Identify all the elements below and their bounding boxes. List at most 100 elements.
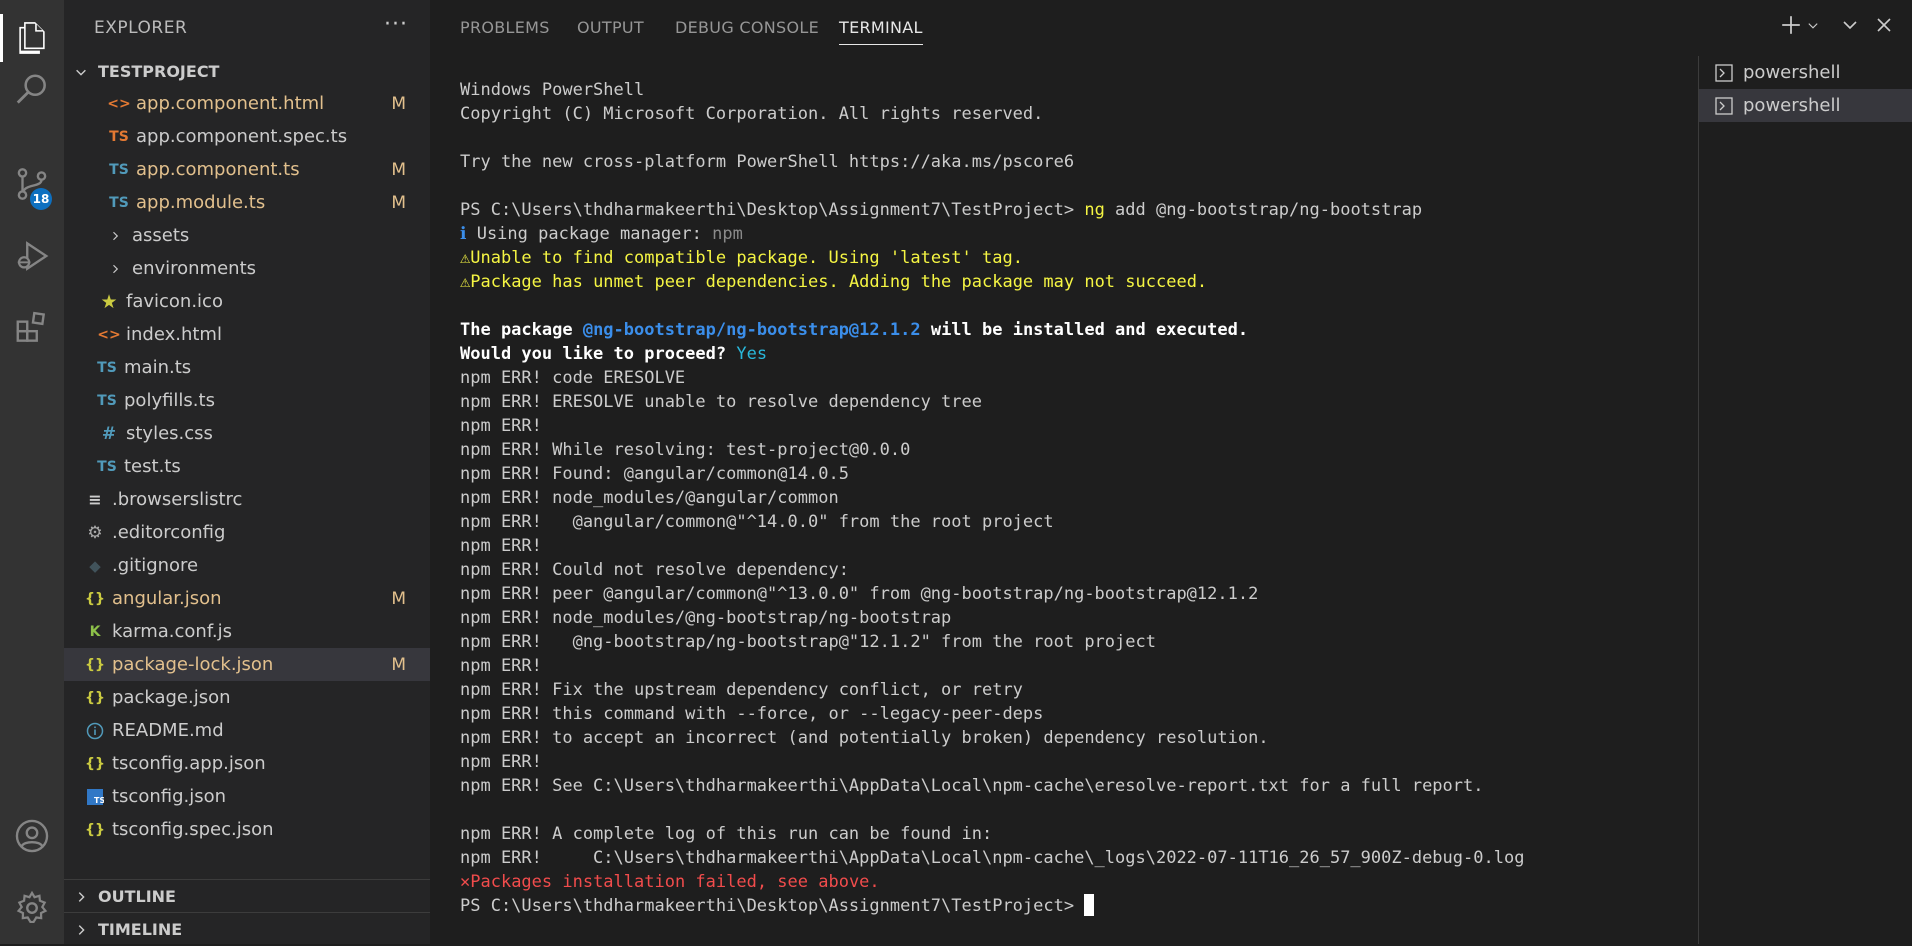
tree-item-tsconfig-app-json[interactable]: {} tsconfig.app.json bbox=[64, 747, 430, 780]
tree-item-favicon[interactable]: ★ favicon.ico bbox=[64, 285, 430, 318]
terminal-panel: PROBLEMS OUTPUT DEBUG CONSOLE TERMINAL W… bbox=[430, 0, 1912, 944]
tab-debug-console[interactable]: DEBUG CONSOLE bbox=[675, 18, 819, 37]
explorer-activity[interactable] bbox=[0, 8, 64, 68]
tree-item-package-lock-json[interactable]: {} package-lock.json M bbox=[64, 648, 430, 681]
tree-item-styles-css[interactable]: # styles.css bbox=[64, 417, 430, 450]
file-name: main.ts bbox=[124, 357, 192, 378]
git-status: M bbox=[391, 159, 406, 180]
close-panel-icon[interactable] bbox=[1874, 14, 1894, 36]
extensions-icon bbox=[16, 311, 46, 342]
info-icon bbox=[84, 720, 106, 742]
tree-item-app-component-html[interactable]: <> app.component.html M bbox=[64, 87, 430, 120]
tree-item-app-component-spec-ts[interactable]: TS app.component.spec.ts bbox=[64, 120, 430, 153]
file-name: .editorconfig bbox=[112, 522, 226, 543]
tree-item-gitignore[interactable]: ◆ .gitignore bbox=[64, 549, 430, 582]
json-icon: {} bbox=[85, 590, 105, 607]
tree-item-browserslistrc[interactable]: ≡ .browserslistrc bbox=[64, 483, 430, 516]
source-control-badge: 18 bbox=[30, 188, 52, 210]
terminal-error-line: npm ERR! Found: @angular/common@14.0.5 bbox=[460, 464, 849, 484]
terminal-tab-powershell-2[interactable]: powershell bbox=[1699, 89, 1912, 122]
tree-item-package-json[interactable]: {} package.json bbox=[64, 681, 430, 714]
ts-icon: TS bbox=[97, 392, 117, 409]
file-name: tsconfig.spec.json bbox=[112, 819, 274, 840]
more-actions-icon[interactable]: ··· bbox=[384, 12, 408, 37]
tree-item-app-module-ts[interactable]: TS app.module.ts M bbox=[64, 186, 430, 219]
tree-item-environments-folder[interactable]: environments bbox=[64, 252, 430, 285]
terminal-error-line: npm ERR! code ERESOLVE bbox=[460, 368, 686, 388]
file-name: tsconfig.app.json bbox=[112, 753, 266, 774]
css-icon: # bbox=[101, 423, 117, 444]
tree-item-tsconfig-json[interactable]: TS tsconfig.json bbox=[64, 780, 430, 813]
outline-section-header[interactable]: OUTLINE bbox=[64, 879, 430, 913]
warning-icon: ⚠ bbox=[460, 248, 471, 268]
terminal-warning-line: ⚠Unable to find compatible package. Usin… bbox=[460, 246, 1710, 270]
terminal-info-line: ℹ Using package manager: npm bbox=[460, 222, 1710, 246]
accounts-activity[interactable] bbox=[0, 806, 64, 866]
settings-gear-icon bbox=[16, 890, 48, 924]
tab-problems[interactable]: PROBLEMS bbox=[460, 18, 550, 37]
source-control-activity[interactable]: 18 bbox=[0, 154, 64, 214]
tree-item-polyfills-ts[interactable]: TS polyfills.ts bbox=[64, 384, 430, 417]
terminal-command-line: PS C:\Users\thdharmakeerthi\Desktop\Assi… bbox=[460, 198, 1710, 222]
tree-item-tsconfig-spec-json[interactable]: {} tsconfig.spec.json bbox=[64, 813, 430, 846]
terminal-failure-line: ✕Packages installation failed, see above… bbox=[460, 870, 1710, 894]
files-icon bbox=[19, 22, 45, 54]
tree-item-karma-conf[interactable]: K karma.conf.js bbox=[64, 615, 430, 648]
launch-profile-chevron-down-icon[interactable] bbox=[1806, 14, 1820, 36]
proceed-question: Would you like to proceed? bbox=[460, 344, 737, 364]
html-icon: <> bbox=[97, 326, 121, 343]
search-activity[interactable] bbox=[0, 60, 64, 120]
package-text: will be installed and executed. bbox=[920, 320, 1249, 340]
git-status: M bbox=[391, 588, 406, 609]
tree-item-angular-json[interactable]: {} angular.json M bbox=[64, 582, 430, 615]
ts-icon: TS bbox=[109, 128, 129, 145]
tsconfig-icon: TS bbox=[84, 786, 106, 808]
timeline-section-header[interactable]: TIMELINE bbox=[64, 912, 430, 946]
tree-item-test-ts[interactable]: TS test.ts bbox=[64, 450, 430, 483]
terminal-tab-powershell-1[interactable]: powershell bbox=[1699, 56, 1912, 89]
file-name: README.md bbox=[112, 720, 224, 741]
tab-output[interactable]: OUTPUT bbox=[577, 18, 644, 37]
panel-actions bbox=[1780, 14, 1894, 36]
package-name: @ng-bootstrap/ng-bootstrap@12.1.2 bbox=[582, 320, 921, 340]
file-name: favicon.ico bbox=[126, 291, 223, 312]
tree-item-app-component-ts[interactable]: TS app.component.ts M bbox=[64, 153, 430, 186]
package-text: The package bbox=[460, 320, 583, 340]
panel-tabs: PROBLEMS OUTPUT DEBUG CONSOLE TERMINAL bbox=[430, 0, 1912, 56]
tree-item-assets-folder[interactable]: assets bbox=[64, 219, 430, 252]
git-icon: ◆ bbox=[89, 556, 101, 575]
tab-terminal[interactable]: TERMINAL bbox=[839, 18, 923, 45]
chevron-down-icon bbox=[76, 69, 86, 76]
extensions-activity[interactable] bbox=[0, 298, 64, 358]
terminal-final-prompt-line: PS C:\Users\thdharmakeerthi\Desktop\Assi… bbox=[460, 894, 1710, 918]
git-status: M bbox=[391, 93, 406, 114]
file-name: package-lock.json bbox=[112, 654, 274, 675]
terminal-warning-line: ⚠Package has unmet peer dependencies. Ad… bbox=[460, 270, 1710, 294]
ts-icon: TS bbox=[109, 161, 129, 178]
json-icon: {} bbox=[85, 821, 105, 838]
terminal-error-line: npm ERR! bbox=[460, 416, 542, 436]
tree-item-main-ts[interactable]: TS main.ts bbox=[64, 351, 430, 384]
tree-item-index-html[interactable]: <> index.html bbox=[64, 318, 430, 351]
account-icon bbox=[15, 819, 49, 853]
tree-item-readme[interactable]: README.md bbox=[64, 714, 430, 747]
project-section-header[interactable]: TESTPROJECT bbox=[64, 55, 430, 88]
file-name: app.component.ts bbox=[136, 159, 300, 180]
manage-activity[interactable] bbox=[0, 878, 64, 938]
run-debug-activity[interactable] bbox=[0, 226, 64, 286]
terminal-output[interactable]: Windows PowerShell Copyright (C) Microso… bbox=[460, 78, 1710, 928]
run-debug-icon bbox=[17, 241, 49, 271]
warning-text: Package has unmet peer dependencies. Add… bbox=[470, 272, 1208, 292]
terminal-error-line: npm ERR! While resolving: test-project@0… bbox=[460, 440, 911, 460]
maximize-panel-chevron-icon[interactable] bbox=[1840, 14, 1860, 36]
proceed-answer: Yes bbox=[736, 344, 768, 364]
tree-item-editorconfig[interactable]: ⚙ .editorconfig bbox=[64, 516, 430, 549]
terminal-error-line: npm ERR! to accept an incorrect (and pot… bbox=[460, 728, 1269, 748]
new-terminal-plus-icon[interactable] bbox=[1780, 14, 1802, 36]
terminal-error-line: npm ERR! Could not resolve dependency: bbox=[460, 560, 849, 580]
terminal-error-line: npm ERR! @ng-bootstrap/ng-bootstrap@"12.… bbox=[460, 632, 1156, 652]
chevron-right-icon bbox=[104, 225, 126, 247]
lines-icon: ≡ bbox=[88, 490, 102, 509]
